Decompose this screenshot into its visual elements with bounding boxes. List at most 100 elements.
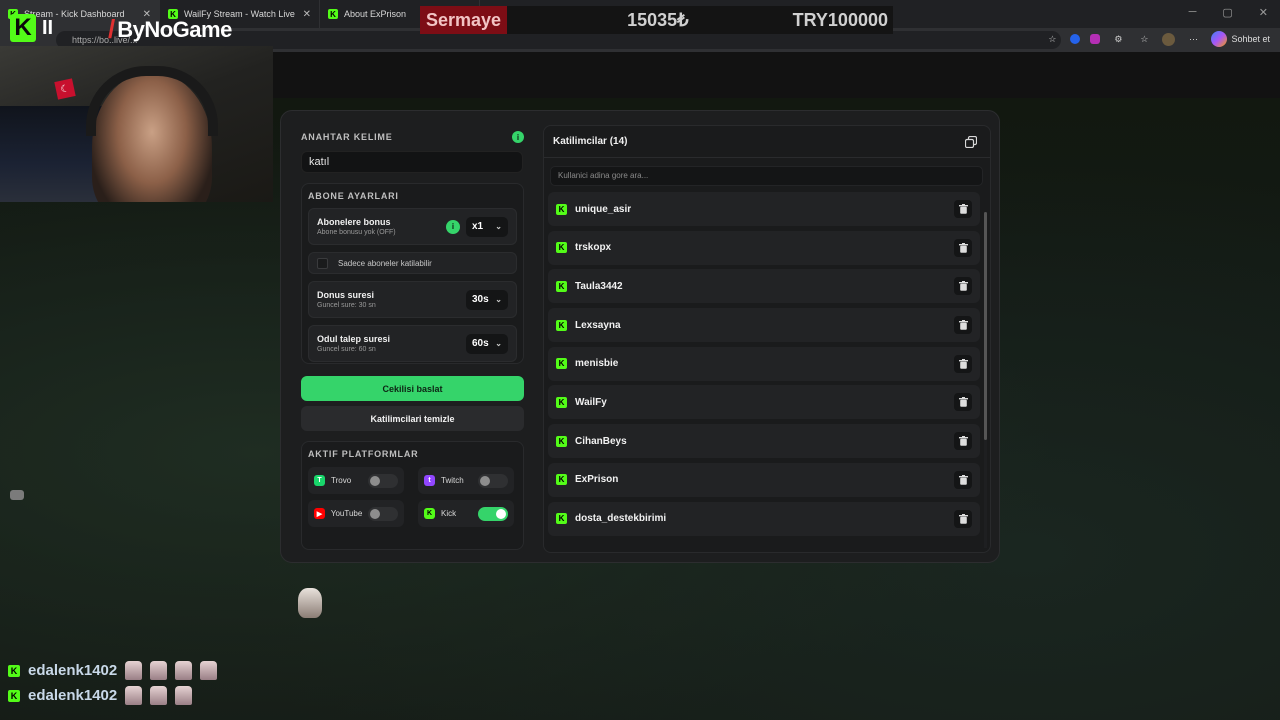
claim-time-select[interactable]: 60s ⌄ (466, 333, 508, 354)
trash-icon[interactable] (954, 200, 972, 218)
only-subscribers-row[interactable]: Sadece aboneler katilabilir (308, 252, 517, 274)
participant-name: CihanBeys (575, 435, 627, 447)
platform-toggle[interactable] (368, 473, 398, 488)
subscriber-bonus-sub: Abone bonusu yok (OFF) (317, 229, 396, 236)
keyword-input[interactable]: katıl (301, 151, 523, 173)
subscriber-settings-label: ABONE AYARLARI (308, 191, 399, 201)
headphone-icon (86, 66, 218, 136)
kick-icon: K (556, 203, 567, 215)
extension-icon[interactable] (1070, 34, 1081, 44)
pause-icon: II (42, 16, 54, 39)
emote-icon (10, 490, 24, 500)
chevron-down-icon: ⌄ (495, 339, 502, 348)
slash-icon: / (108, 14, 116, 44)
trash-icon[interactable] (954, 316, 972, 335)
participant-name: Lexsayna (575, 319, 621, 331)
kick-icon: K (556, 435, 567, 447)
platform-toggle[interactable] (478, 473, 508, 488)
start-raffle-button[interactable]: Cekilisi baslat (301, 376, 524, 401)
participant-row: Ktrskopx (548, 230, 980, 265)
sermaye-value: 15035₺ (627, 9, 689, 30)
extension-icon[interactable] (1090, 34, 1101, 44)
kick-icon: K (556, 280, 567, 292)
trash-icon[interactable] (954, 277, 972, 296)
participant-row: Kdosta_destekbirimi (548, 501, 980, 536)
participant-list: Kunique_asir Ktrskopx K Taula3442 K Lexsayna K… (548, 192, 980, 540)
platform-name: Trovo (331, 476, 352, 485)
chat-button-label: Sohbet et (1231, 34, 1270, 44)
favorites-icon[interactable]: ☆ (1136, 31, 1152, 47)
maximize-icon[interactable]: ▢ (1222, 6, 1232, 19)
active-platforms: AKTIF PLATFORMLAR T Trovo t Twitch ▶ You… (301, 441, 524, 550)
trash-icon[interactable] (954, 509, 972, 528)
copilot-chat-button[interactable]: Sohbet et (1211, 31, 1270, 47)
claim-time-row: Odul talep suresi Guncel sure: 60 sn 60s… (308, 325, 517, 362)
participant-row: K Taula3442 (548, 269, 980, 304)
only-subscribers-checkbox[interactable] (317, 257, 328, 269)
subscriber-bonus-row: Abonelere bonus Abone bonusu yok (OFF) i… (308, 208, 517, 245)
minimize-icon[interactable]: ─ (1189, 6, 1197, 19)
kick-icon: K (8, 664, 20, 677)
platform-toggle[interactable] (478, 506, 508, 521)
window-controls: ─ ▢ ✕ (1189, 6, 1268, 19)
participant-name: Taula3442 (575, 280, 623, 292)
participant-search-input[interactable]: Kullanici adina gore ara... (550, 166, 983, 186)
dog-emote (298, 588, 322, 618)
trash-icon[interactable] (954, 432, 972, 451)
close-icon[interactable]: ✕ (303, 9, 311, 20)
chevron-down-icon: ⌄ (495, 222, 502, 231)
claim-time-sub: Guncel sure: 60 sn (317, 346, 376, 353)
platform-kick: K Kick (418, 500, 514, 527)
participant-name: unique_asir (575, 203, 632, 215)
trash-icon[interactable] (954, 238, 972, 257)
webcam-feed: ☾ (0, 46, 273, 202)
participants-panel: Katilimcilar (14) Kullanici adina gore a… (543, 125, 991, 553)
scrollbar-thumb[interactable] (984, 212, 987, 440)
info-icon[interactable]: i (446, 219, 460, 234)
participant-name: trskopx (575, 242, 612, 254)
participant-row: Kunique_asir (548, 192, 980, 226)
duration-row: Donus suresi Guncel sure: 30 sn 30s ⌄ (308, 281, 517, 318)
star-icon[interactable]: ☆ (1044, 31, 1060, 47)
participant-row: K ExPrison (548, 462, 980, 497)
kick-icon: K (556, 242, 567, 254)
platform-twitch: t Twitch (418, 467, 514, 494)
participant-name: ExPrison (575, 474, 619, 486)
platform-name: Twitch (441, 476, 464, 485)
keyword-header: ANAHTAR KELIME i (301, 131, 524, 143)
close-window-icon[interactable]: ✕ (1259, 6, 1268, 19)
active-platforms-label: AKTIF PLATFORMLAR (308, 449, 419, 459)
kick-logo-icon: K (10, 14, 36, 42)
duration-title: Donus suresi (317, 290, 375, 300)
info-icon[interactable]: i (512, 131, 524, 143)
bonus-multiplier-select[interactable]: x1 ⌄ (466, 216, 508, 237)
emote-icon (175, 686, 193, 705)
more-icon[interactable]: ⋯ (1185, 31, 1201, 47)
kick-icon: K (8, 689, 20, 702)
kick-icon: K (556, 474, 567, 486)
scrollbar[interactable] (984, 212, 987, 548)
youtube-icon: ▶ (314, 508, 325, 519)
copy-icon[interactable] (963, 134, 979, 150)
emote-icon (125, 661, 143, 680)
duration-select[interactable]: 30s ⌄ (466, 289, 508, 310)
copilot-icon (1211, 31, 1228, 47)
only-subscribers-label: Sadece aboneler katilabilir (338, 258, 432, 268)
claim-time-value: 60s (472, 338, 489, 349)
kick-icon: K (556, 319, 567, 331)
claim-time-title: Odul talep suresi (317, 334, 391, 344)
clear-participants-button[interactable]: Katilimcilari temizle (301, 406, 524, 431)
trash-icon[interactable] (954, 470, 972, 489)
duration-sub: Guncel sure: 30 sn (317, 302, 376, 309)
platform-toggle[interactable] (368, 506, 398, 521)
trash-icon[interactable] (954, 393, 972, 412)
profile-avatar[interactable] (1162, 32, 1176, 46)
stream-brand: K II (10, 12, 53, 44)
browser-toolbar: ☆ ⚙ ☆ ⋯ Sohbet et (1044, 31, 1270, 47)
emote-icon (125, 686, 143, 705)
participants-title: Katilimcilar (14) (553, 136, 628, 147)
trash-icon[interactable] (954, 354, 972, 373)
platform-name: YouTube (330, 509, 363, 518)
chat-overlay: K edalenk1402 K edalenk1402 (8, 660, 218, 706)
puzzle-icon[interactable]: ⚙ (1110, 31, 1126, 47)
